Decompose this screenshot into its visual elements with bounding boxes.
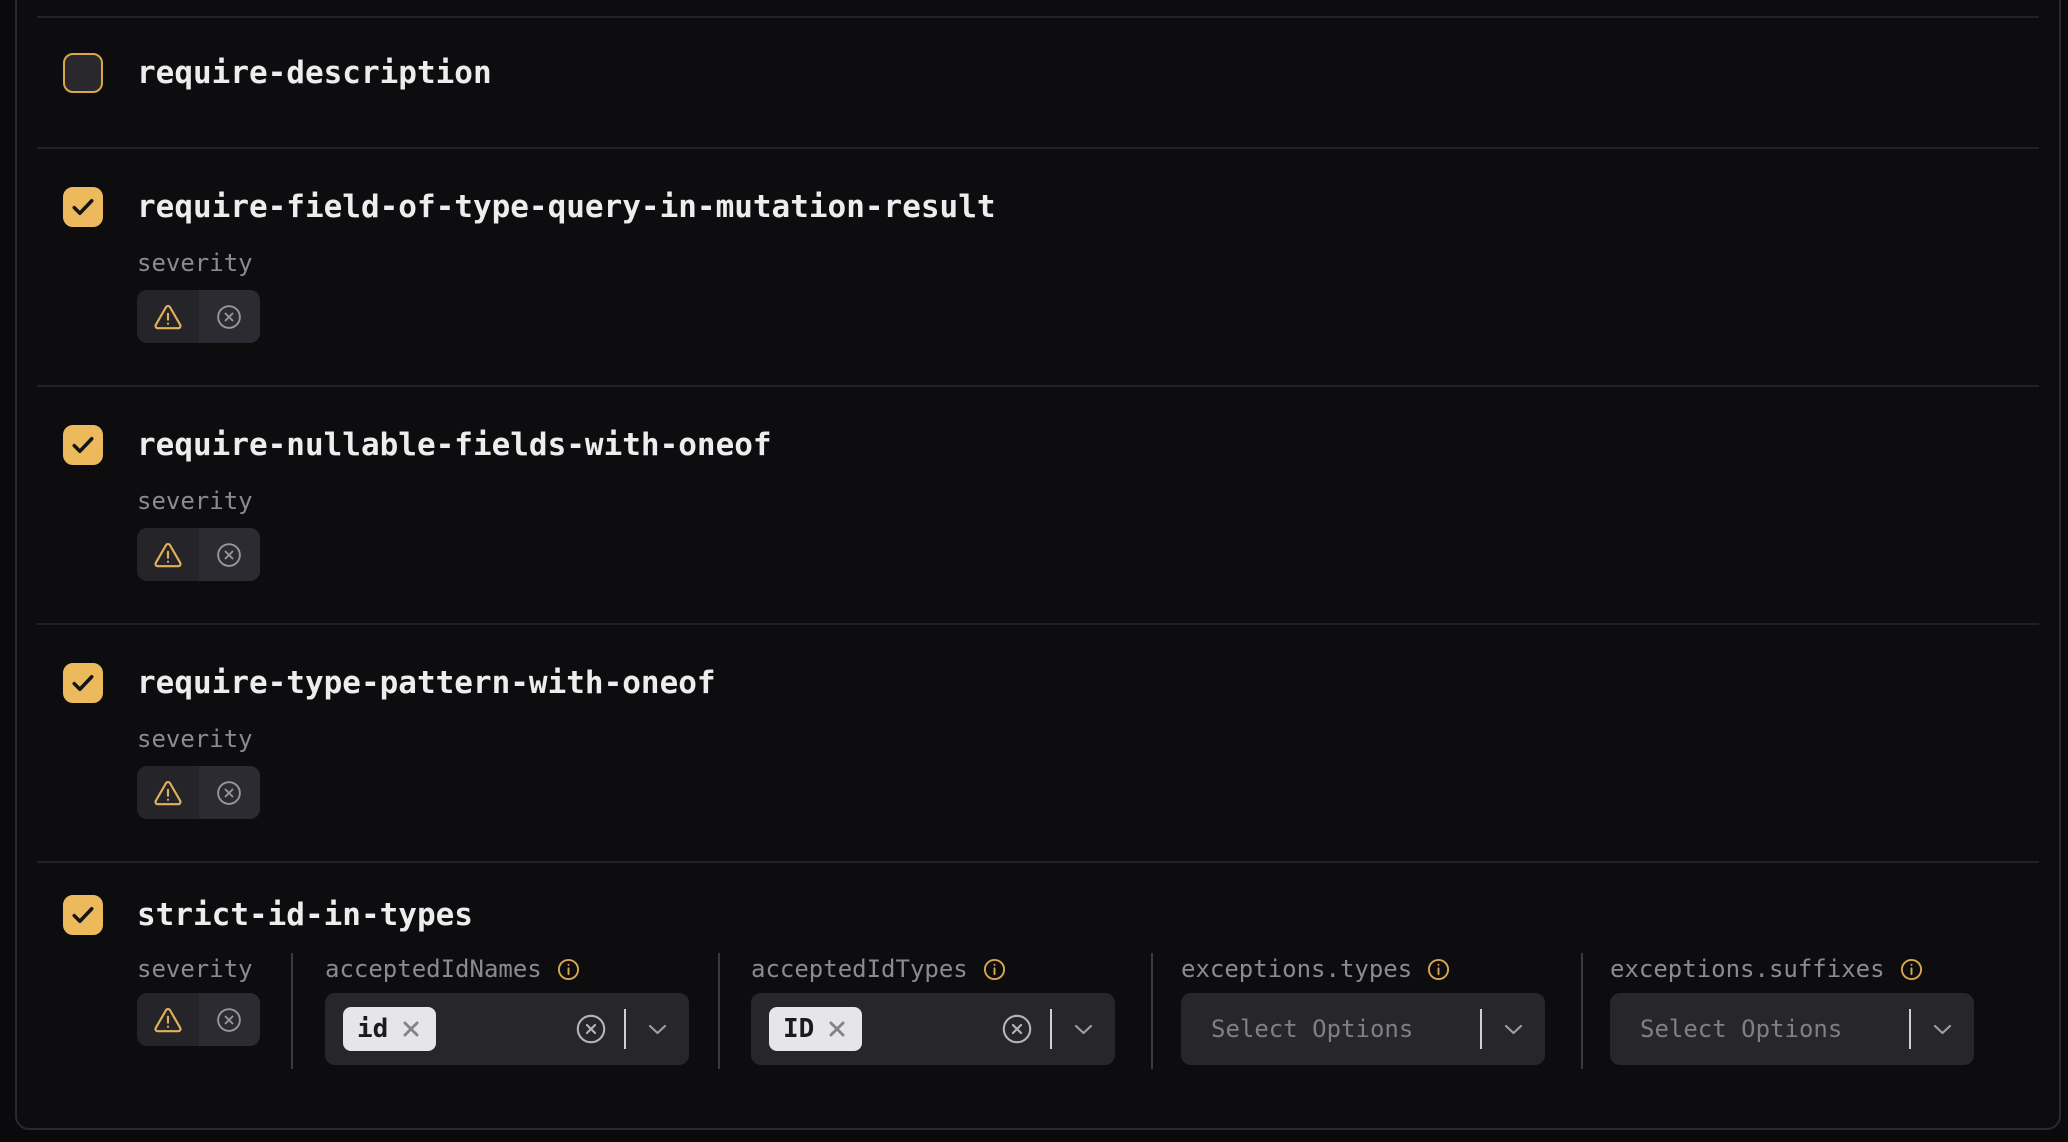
severity-warning-button[interactable] <box>137 766 199 819</box>
severity-toggle <box>137 290 260 343</box>
rule-checkbox-checked[interactable] <box>63 663 103 703</box>
accepted-id-types-column: acceptedIdTypes ID <box>751 955 1115 1065</box>
strict-id-options-row: severity acceptedIdNames <box>37 955 2039 1069</box>
info-icon[interactable] <box>1426 957 1451 982</box>
severity-warning-button[interactable] <box>137 993 199 1046</box>
rule-row-strict-id-in-types: strict-id-in-types severity acceptedIdNa <box>37 861 2039 1140</box>
select-placeholder: Select Options <box>1640 1015 1842 1043</box>
info-icon[interactable] <box>982 957 1007 982</box>
tag-value: ID <box>783 1014 814 1044</box>
severity-error-button[interactable] <box>199 290 261 343</box>
tag-remove-icon[interactable] <box>400 1018 422 1040</box>
checkmark-icon <box>68 900 98 930</box>
option-label: acceptedIdTypes <box>751 955 968 983</box>
rule-title: require-description <box>137 55 492 91</box>
warning-triangle-icon <box>152 539 184 571</box>
accepted-id-types-select[interactable]: ID <box>751 993 1115 1065</box>
clear-all-icon[interactable] <box>573 1011 609 1047</box>
column-divider <box>291 953 293 1069</box>
chevron-down-icon[interactable] <box>1052 1024 1115 1035</box>
select-placeholder: Select Options <box>1211 1015 1413 1043</box>
rule-checkbox-checked[interactable] <box>63 895 103 935</box>
rule-checkbox-unchecked[interactable] <box>63 53 103 93</box>
severity-error-button[interactable] <box>199 528 261 581</box>
accepted-id-names-column: acceptedIdNames id <box>325 955 689 1065</box>
rule-checkbox-checked[interactable] <box>63 187 103 227</box>
checkmark-icon <box>68 430 98 460</box>
severity-error-button[interactable] <box>199 766 261 819</box>
severity-toggle <box>137 528 260 581</box>
severity-label: severity <box>137 249 2039 277</box>
column-divider <box>1151 953 1153 1069</box>
exceptions-types-select[interactable]: Select Options <box>1181 993 1545 1065</box>
warning-triangle-icon <box>152 301 184 333</box>
rule-title: require-nullable-fields-with-oneof <box>137 427 772 463</box>
chevron-down-icon[interactable] <box>1482 1024 1545 1035</box>
option-label: exceptions.types <box>1181 955 1412 983</box>
severity-warning-button[interactable] <box>137 290 199 343</box>
exceptions-suffixes-select[interactable]: Select Options <box>1610 993 1974 1065</box>
info-icon[interactable] <box>556 957 581 982</box>
severity-toggle <box>137 993 260 1046</box>
info-icon[interactable] <box>1899 957 1924 982</box>
rules-panel: require-description require-field-of-typ… <box>15 0 2061 1130</box>
error-circle-x-icon <box>214 540 244 570</box>
option-label: exceptions.suffixes <box>1610 955 1885 983</box>
rule-title: require-type-pattern-with-oneof <box>137 665 716 701</box>
rule-checkbox-checked[interactable] <box>63 425 103 465</box>
severity-error-button[interactable] <box>199 993 261 1046</box>
severity-warning-button[interactable] <box>137 528 199 581</box>
exceptions-suffixes-column: exceptions.suffixes Select Options <box>1610 955 1974 1065</box>
rule-title: require-field-of-type-query-in-mutation-… <box>137 189 996 225</box>
rule-row-require-nullable-fields-with-oneof: require-nullable-fields-with-oneof sever… <box>37 385 2039 623</box>
severity-toggle <box>137 766 260 819</box>
chevron-down-icon[interactable] <box>1911 1024 1974 1035</box>
severity-label: severity <box>137 487 2039 515</box>
rule-row-require-field-of-type-query-in-mutation-result: require-field-of-type-query-in-mutation-… <box>37 147 2039 385</box>
error-circle-x-icon <box>214 302 244 332</box>
severity-label: severity <box>137 725 2039 753</box>
warning-triangle-icon <box>152 1004 184 1036</box>
tag-value: id <box>357 1014 388 1044</box>
chevron-down-icon[interactable] <box>626 1024 689 1035</box>
tag-remove-icon[interactable] <box>826 1018 848 1040</box>
clear-all-icon[interactable] <box>999 1011 1035 1047</box>
accepted-id-names-select[interactable]: id <box>325 993 689 1065</box>
column-divider <box>718 953 720 1069</box>
severity-label: severity <box>137 955 291 983</box>
warning-triangle-icon <box>152 777 184 809</box>
rules-settings-page: require-description require-field-of-typ… <box>0 0 2068 1142</box>
rule-row-require-description: require-description <box>37 16 2039 147</box>
error-circle-x-icon <box>214 1005 244 1035</box>
column-divider <box>1581 953 1583 1069</box>
spacer <box>37 0 2039 16</box>
severity-column: severity <box>137 955 291 1046</box>
rule-title: strict-id-in-types <box>137 897 473 933</box>
checkmark-icon <box>68 668 98 698</box>
tag-chip: ID <box>769 1007 862 1051</box>
rule-row-require-type-pattern-with-oneof: require-type-pattern-with-oneof severity <box>37 623 2039 861</box>
error-circle-x-icon <box>214 778 244 808</box>
checkmark-icon <box>68 192 98 222</box>
exceptions-types-column: exceptions.types Select Options <box>1181 955 1545 1065</box>
option-label: acceptedIdNames <box>325 955 542 983</box>
tag-chip: id <box>343 1007 436 1051</box>
